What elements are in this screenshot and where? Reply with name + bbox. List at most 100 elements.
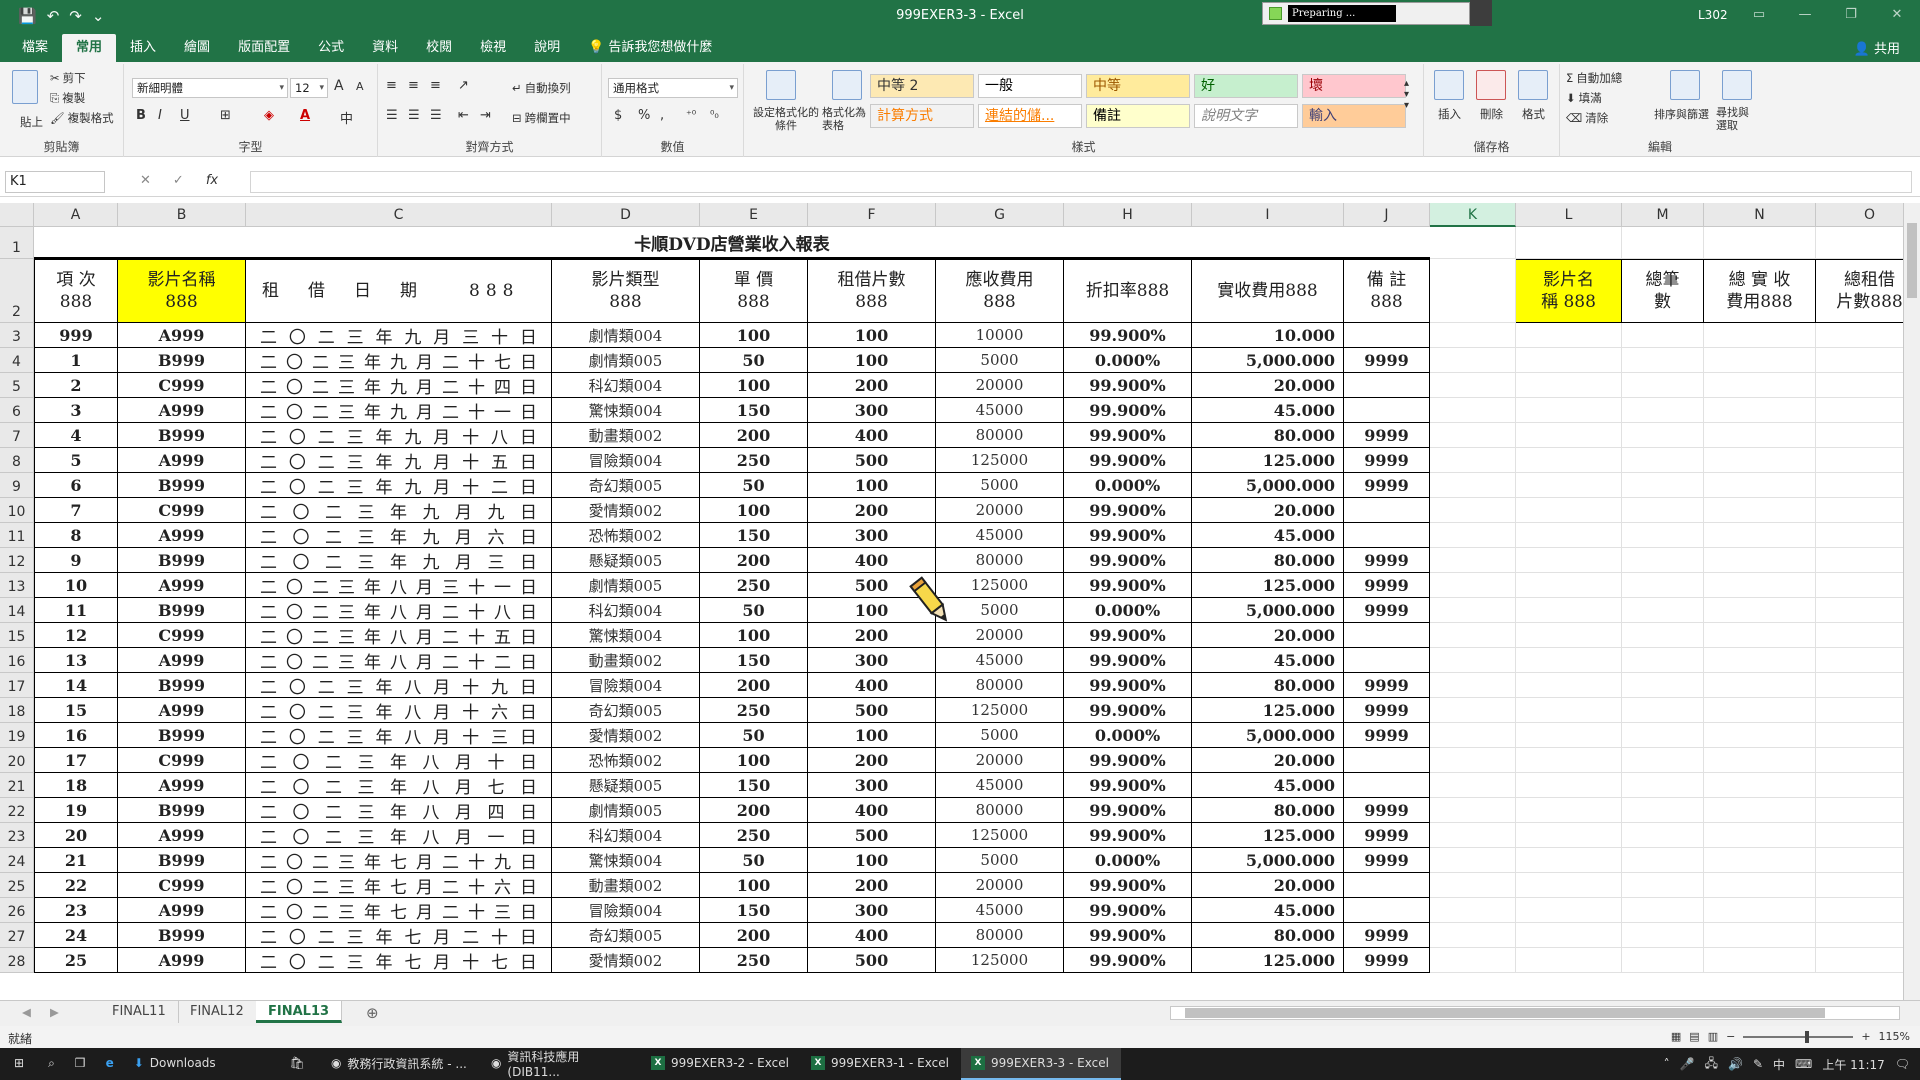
fill-button[interactable]: ⬇ 填滿 [1566, 90, 1602, 106]
cell[interactable] [1430, 373, 1516, 398]
cell[interactable] [1622, 873, 1704, 898]
data-cell-f[interactable]: 300 [808, 523, 936, 548]
cell[interactable] [1704, 848, 1816, 873]
cell[interactable] [1622, 898, 1704, 923]
data-cell-d[interactable]: 懸疑類005 [552, 773, 700, 798]
header-e[interactable]: 單 價 888 [700, 259, 808, 323]
shrink-font-button[interactable]: A [356, 80, 364, 93]
data-cell-g[interactable]: 5000 [936, 348, 1064, 373]
cell[interactable] [1430, 623, 1516, 648]
prev-sheet-icon[interactable]: ◀ [22, 1005, 31, 1019]
data-cell-h[interactable]: 99.900% [1064, 623, 1192, 648]
data-cell-i[interactable]: 20.000 [1192, 873, 1344, 898]
decrease-indent-icon[interactable]: ⇤ [458, 108, 469, 123]
format-as-table-icon[interactable] [832, 70, 862, 100]
delete-cells-icon[interactable] [1476, 70, 1506, 100]
row-header[interactable]: 27 [0, 923, 34, 948]
data-cell-h[interactable]: 99.900% [1064, 373, 1192, 398]
data-cell-a[interactable]: 999 [34, 323, 118, 348]
cell[interactable] [1622, 648, 1704, 673]
cell-style-4[interactable]: 壞 [1302, 74, 1406, 98]
row-header[interactable]: 11 [0, 523, 34, 548]
data-cell-e[interactable]: 250 [700, 448, 808, 473]
taskbar-chrome-2[interactable]: ◉ 資訊科技應用 (DIB11... [481, 1048, 641, 1080]
redo-icon[interactable]: ↷ [69, 7, 82, 25]
data-cell-i[interactable]: 45.000 [1192, 398, 1344, 423]
data-cell-a[interactable]: 3 [34, 398, 118, 423]
data-cell-e[interactable]: 100 [700, 623, 808, 648]
data-cell-b[interactable]: A999 [118, 523, 246, 548]
network-icon[interactable]: 🖧 [1705, 1054, 1718, 1075]
data-cell-c[interactable]: 二〇二三年九月十五日 [246, 448, 552, 473]
cell[interactable] [1816, 623, 1903, 648]
data-cell-h[interactable]: 99.900% [1064, 648, 1192, 673]
data-cell-g[interactable]: 5000 [936, 473, 1064, 498]
data-cell-c[interactable]: 二〇二三年七月二十六日 [246, 873, 552, 898]
cell-style-1[interactable]: 一般 [978, 74, 1082, 98]
data-cell-j[interactable]: 9999 [1344, 698, 1430, 723]
data-cell-d[interactable]: 愛情類002 [552, 498, 700, 523]
cell[interactable] [1430, 573, 1516, 598]
cell[interactable] [1430, 723, 1516, 748]
microphone-icon[interactable]: 🎤 [1680, 1057, 1695, 1071]
page-layout-view-icon[interactable]: ▤ [1689, 1030, 1699, 1043]
data-cell-h[interactable]: 99.900% [1064, 523, 1192, 548]
cell-style-0[interactable]: 中等 2 [870, 74, 974, 98]
vertical-scrollbar[interactable] [1903, 203, 1920, 1000]
cell[interactable] [1816, 823, 1903, 848]
data-cell-i[interactable]: 45.000 [1192, 773, 1344, 798]
cell[interactable] [1704, 873, 1816, 898]
cell[interactable] [1430, 873, 1516, 898]
row-header[interactable]: 10 [0, 498, 34, 523]
cell[interactable] [1704, 523, 1816, 548]
data-cell-b[interactable]: A999 [118, 948, 246, 973]
data-cell-b[interactable]: B999 [118, 598, 246, 623]
cell[interactable] [1516, 798, 1622, 823]
cell[interactable] [1430, 773, 1516, 798]
header-n[interactable]: 總 實 收 費用888 [1704, 259, 1816, 323]
data-cell-i[interactable]: 80.000 [1192, 673, 1344, 698]
cell[interactable] [1430, 498, 1516, 523]
data-cell-d[interactable]: 劇情類005 [552, 573, 700, 598]
data-cell-g[interactable]: 80000 [936, 548, 1064, 573]
data-cell-c[interactable]: 二〇二三年九月九日 [246, 498, 552, 523]
cell[interactable] [1704, 648, 1816, 673]
cell[interactable] [1816, 523, 1903, 548]
data-cell-g[interactable]: 80000 [936, 798, 1064, 823]
data-cell-f[interactable]: 200 [808, 748, 936, 773]
cell[interactable] [1430, 523, 1516, 548]
data-cell-c[interactable]: 二〇二三年九月十二日 [246, 473, 552, 498]
cell[interactable] [1622, 323, 1704, 348]
data-cell-d[interactable]: 驚悚類004 [552, 398, 700, 423]
data-cell-e[interactable]: 250 [700, 823, 808, 848]
cell[interactable] [1516, 623, 1622, 648]
data-cell-h[interactable]: 99.900% [1064, 873, 1192, 898]
taskbar-downloads[interactable]: ⬇ Downloads [124, 1048, 274, 1080]
data-cell-a[interactable]: 20 [34, 823, 118, 848]
tab-insert[interactable]: 插入 [116, 34, 170, 62]
data-cell-b[interactable]: A999 [118, 823, 246, 848]
cell[interactable] [1704, 398, 1816, 423]
cell[interactable] [1516, 598, 1622, 623]
cell[interactable] [1516, 373, 1622, 398]
cell[interactable] [1622, 523, 1704, 548]
column-header-j[interactable]: J [1344, 203, 1430, 227]
cell[interactable] [1622, 348, 1704, 373]
cell[interactable] [1516, 573, 1622, 598]
tab-help[interactable]: 說明 [520, 34, 574, 62]
cell[interactable] [1704, 373, 1816, 398]
comma-button[interactable]: , [660, 108, 664, 123]
data-cell-f[interactable]: 500 [808, 698, 936, 723]
cell[interactable] [1622, 723, 1704, 748]
increase-decimal-button[interactable]: ⁺⁰ [686, 108, 696, 121]
cell[interactable] [1816, 948, 1903, 973]
data-cell-b[interactable]: B999 [118, 848, 246, 873]
wrap-text-button[interactable]: ↵ 自動換列 [512, 80, 571, 96]
data-cell-e[interactable]: 50 [700, 348, 808, 373]
data-cell-j[interactable]: 9999 [1344, 348, 1430, 373]
close-icon[interactable]: ✕ [1874, 0, 1920, 32]
cell[interactable] [1622, 823, 1704, 848]
cell[interactable] [1816, 748, 1903, 773]
header-o[interactable]: 總租借 片數888 [1816, 259, 1903, 323]
data-cell-b[interactable]: B999 [118, 548, 246, 573]
